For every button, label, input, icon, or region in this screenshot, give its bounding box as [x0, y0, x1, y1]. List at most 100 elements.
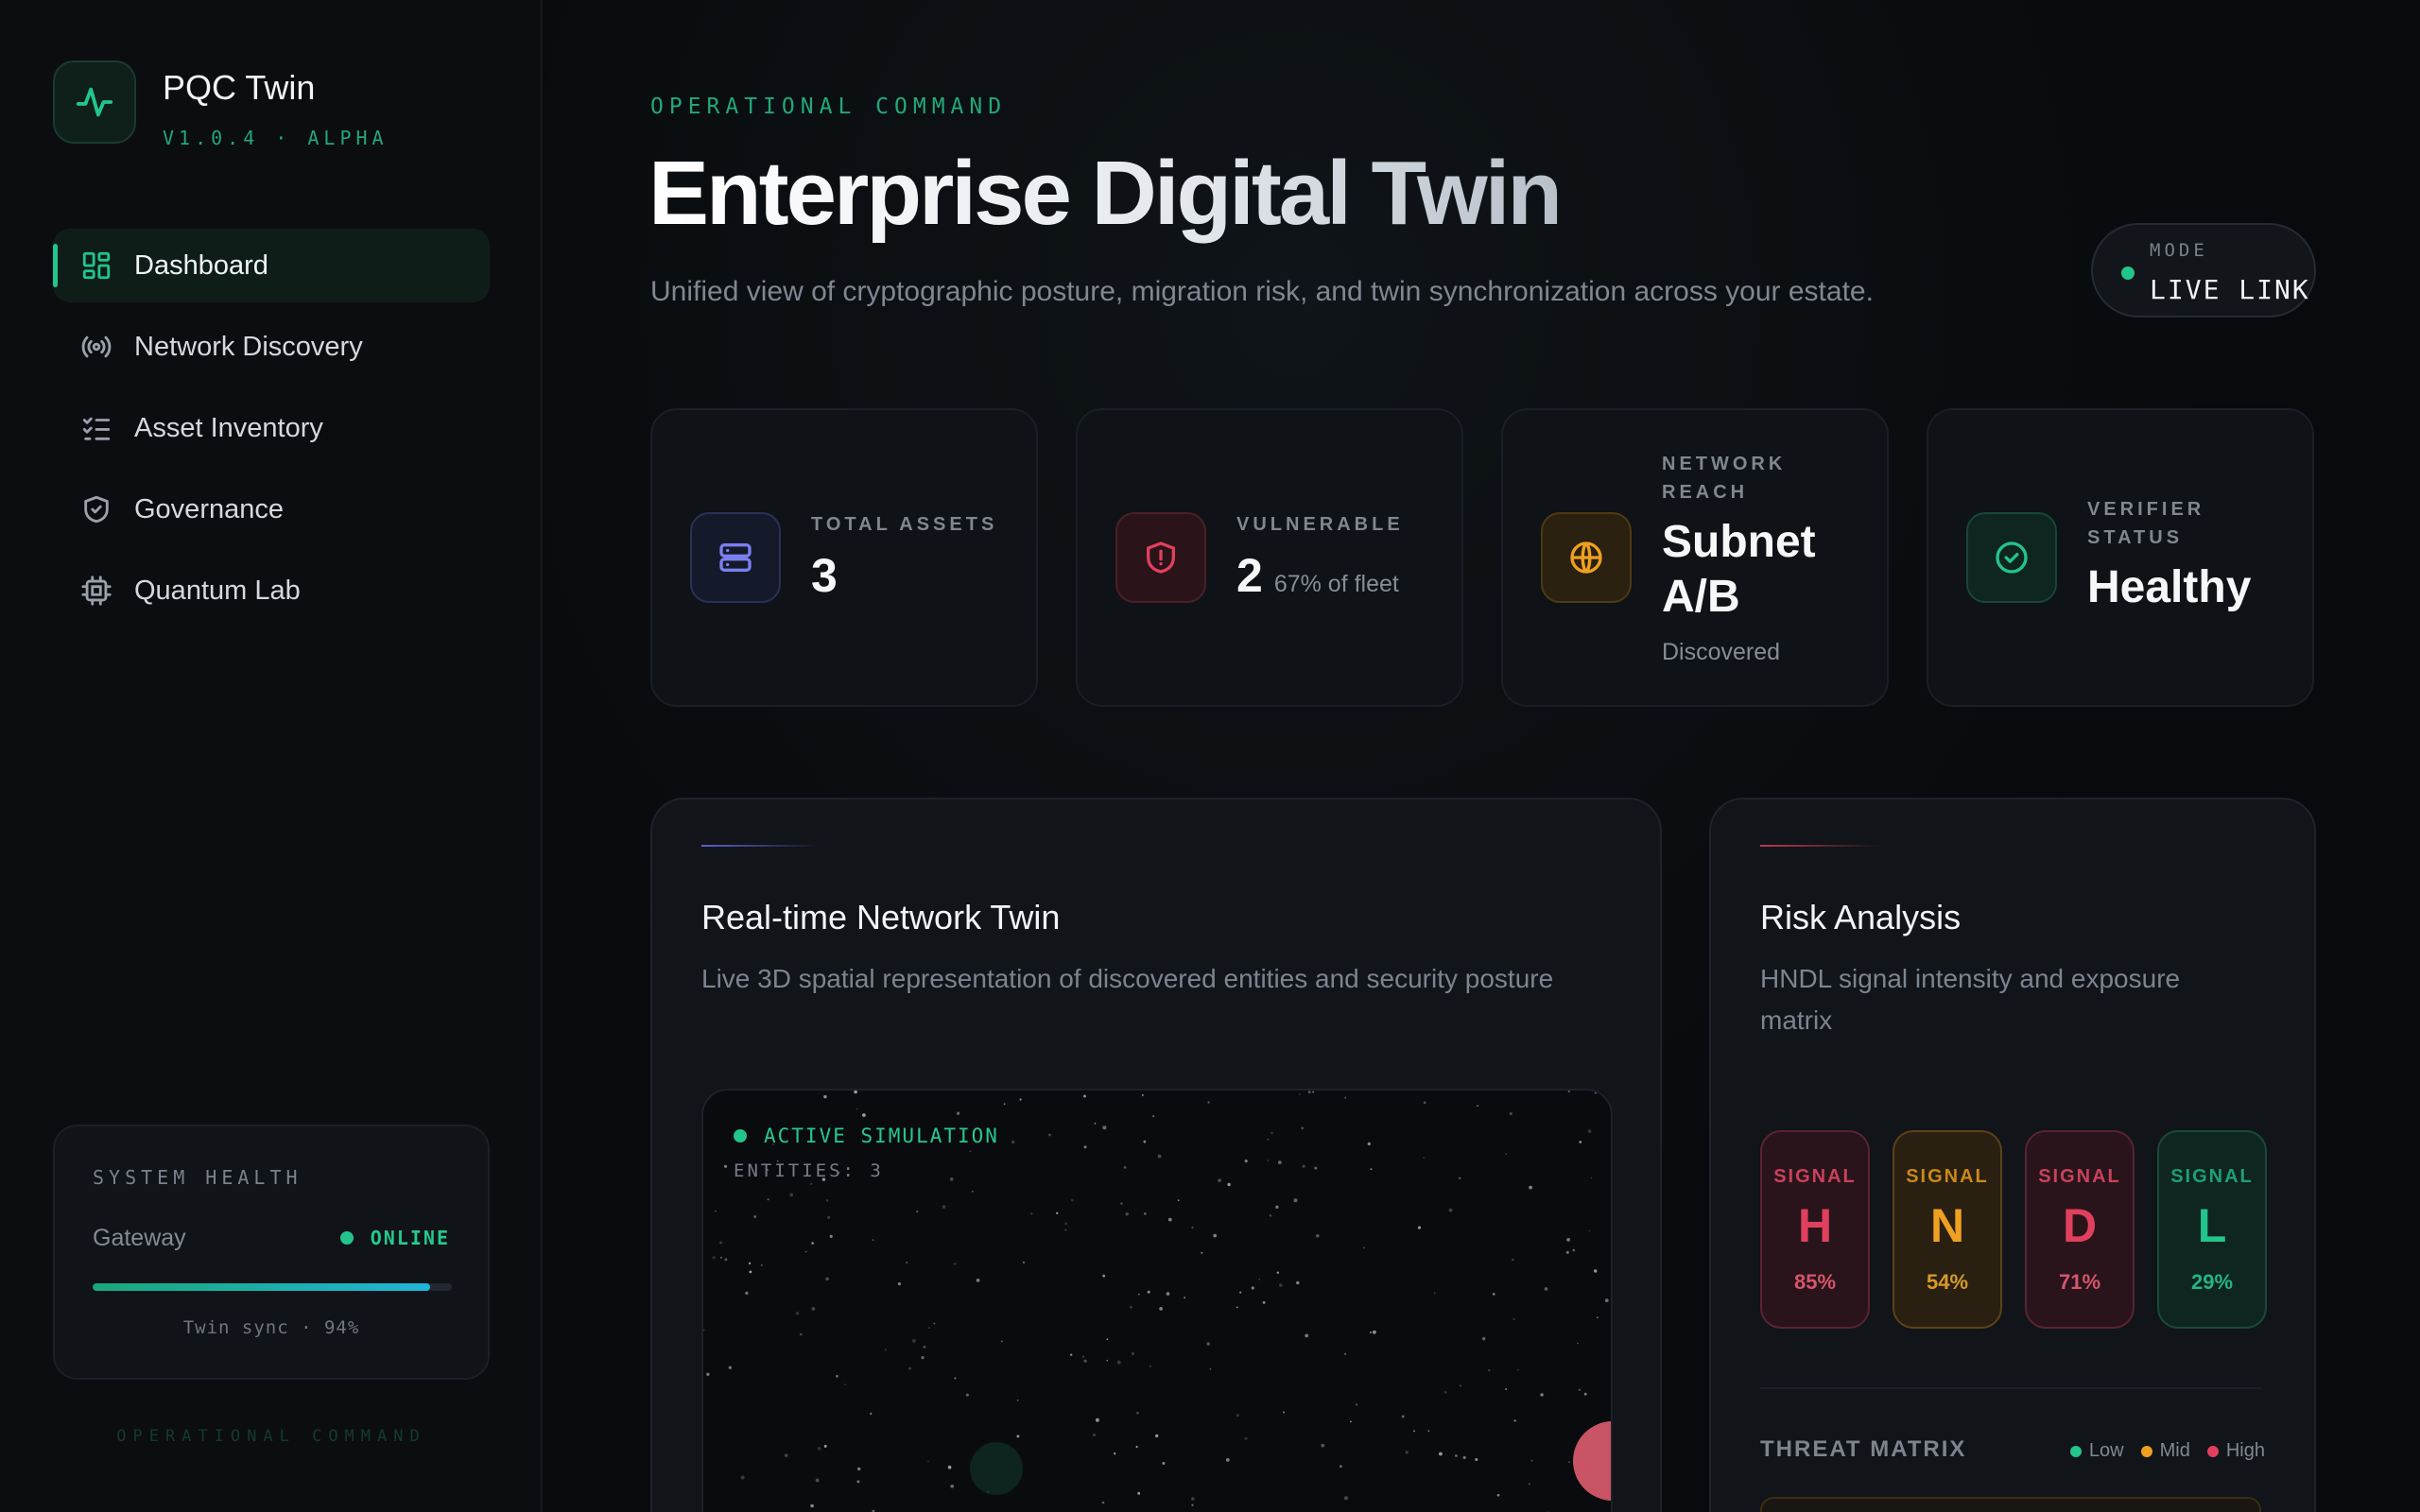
star	[1439, 1452, 1443, 1456]
signal-kicker: SIGNAL	[2170, 1166, 2254, 1187]
star	[1363, 1246, 1365, 1249]
mode-toggle[interactable]: MODE LIVE LINK	[2091, 223, 2316, 318]
sync-progress-fill	[93, 1283, 431, 1291]
star	[1213, 1233, 1217, 1238]
sidebar-item-label: Quantum Lab	[134, 575, 301, 606]
star	[1155, 1434, 1159, 1438]
panel-description-line2: matrix	[1760, 1005, 1833, 1035]
star	[1177, 1199, 1180, 1202]
page-eyebrow: OPERATIONAL COMMAND	[650, 94, 1008, 119]
gateway-status-text: ONLINE	[370, 1227, 450, 1249]
star	[1577, 1342, 1579, 1345]
star	[724, 1258, 728, 1262]
star	[942, 1205, 946, 1209]
star	[1597, 1316, 1599, 1318]
star	[728, 1366, 732, 1369]
star	[1475, 1458, 1478, 1461]
stat-card-verifier-status[interactable]: VERIFIER STATUS Healthy	[1927, 408, 2314, 707]
legend-item-mid: Mid	[2140, 1440, 2190, 1462]
star	[1011, 1140, 1015, 1144]
star	[804, 1250, 807, 1253]
star	[1244, 1436, 1248, 1440]
star	[1167, 1217, 1172, 1222]
stat-card-network-reach[interactable]: NETWORK REACH Subnet A/B Discovered	[1501, 408, 1889, 707]
stat-card-vulnerable[interactable]: VULNERABLE 2 67% of fleet	[1076, 408, 1463, 707]
checklist-icon	[79, 411, 113, 445]
star	[916, 1210, 919, 1213]
star	[1095, 1418, 1099, 1422]
sidebar-item-network-discovery[interactable]: Network Discovery	[53, 310, 490, 384]
sidebar-item-asset-inventory[interactable]: Asset Inventory	[53, 391, 490, 465]
star	[748, 1262, 752, 1265]
signal-tile-l[interactable]: SIGNAL L 29%	[2157, 1130, 2267, 1329]
star	[1251, 1286, 1254, 1290]
threat-legend: Low Mid High	[2069, 1440, 2265, 1462]
star	[1492, 1293, 1495, 1296]
panel-accent	[1760, 845, 1881, 847]
star	[1367, 1142, 1371, 1146]
star	[1184, 1297, 1185, 1299]
star	[1293, 1198, 1298, 1203]
signal-tile-h[interactable]: SIGNAL H 85%	[1760, 1130, 1870, 1329]
legend-dot	[2206, 1445, 2219, 1457]
star	[1509, 1111, 1512, 1116]
stat-value-line2: A/B	[1662, 572, 1740, 622]
threat-matrix-row[interactable]	[1760, 1497, 2261, 1512]
mode-status-dot	[2121, 266, 2135, 280]
star	[1340, 1465, 1342, 1469]
app-logo[interactable]	[53, 60, 136, 144]
star	[1071, 1198, 1074, 1202]
star	[1258, 1278, 1261, 1280]
star	[1587, 1129, 1592, 1133]
star	[789, 1193, 793, 1197]
health-title: SYSTEM HEALTH	[93, 1166, 302, 1189]
star	[972, 1191, 974, 1193]
star	[947, 1465, 952, 1469]
star	[1130, 1305, 1132, 1309]
star	[1116, 1360, 1121, 1365]
star	[923, 1345, 926, 1349]
sidebar-item-governance[interactable]: Governance	[53, 472, 490, 546]
star	[1131, 1351, 1134, 1356]
star	[1147, 1290, 1150, 1294]
stat-value-line1: Subnet	[1662, 517, 1816, 567]
entity-node-green[interactable]	[970, 1442, 1023, 1495]
star	[1267, 1138, 1270, 1141]
signal-percent: 54%	[1926, 1270, 1969, 1294]
sidebar-item-dashboard[interactable]: Dashboard	[53, 229, 490, 302]
star	[1070, 1353, 1073, 1356]
star	[954, 1377, 957, 1380]
panel-description-line1: HNDL signal intensity and exposure	[1760, 964, 2181, 993]
star	[1277, 1160, 1282, 1164]
star	[1083, 1094, 1086, 1098]
legend-label: High	[2225, 1440, 2265, 1461]
star	[1283, 1411, 1285, 1414]
twin-3d-canvas[interactable]: ACTIVE SIMULATION ENTITIES: 3	[701, 1089, 1613, 1512]
star	[836, 1374, 838, 1378]
signal-tile-n[interactable]: SIGNAL N 54%	[1893, 1130, 2002, 1329]
star	[1236, 1414, 1239, 1418]
star	[908, 1366, 911, 1370]
star	[825, 1199, 829, 1202]
star	[1120, 1202, 1123, 1205]
stat-card-total-assets[interactable]: TOTAL ASSETS 3	[650, 408, 1038, 707]
star	[706, 1372, 710, 1376]
sidebar-nav: Dashboard Network Discovery Asset Invent…	[53, 229, 490, 635]
star	[1209, 1368, 1212, 1370]
star	[1166, 1292, 1170, 1296]
star	[1344, 1096, 1347, 1099]
signal-tile-d[interactable]: SIGNAL D 71%	[2025, 1130, 2135, 1329]
star	[723, 1164, 728, 1168]
stat-label-line1: VERIFIER	[2087, 499, 2205, 520]
legend-item-high: High	[2206, 1440, 2265, 1462]
star	[1529, 1185, 1532, 1190]
star	[1048, 1133, 1051, 1137]
legend-dot	[2069, 1445, 2082, 1457]
star	[1423, 1101, 1426, 1105]
stat-label-line1: NETWORK	[1662, 454, 1787, 474]
star	[703, 1328, 705, 1332]
star	[1401, 1415, 1405, 1418]
star	[1459, 1177, 1461, 1179]
sidebar-item-quantum-lab[interactable]: Quantum Lab	[53, 554, 490, 627]
legend-item-low: Low	[2069, 1440, 2124, 1462]
